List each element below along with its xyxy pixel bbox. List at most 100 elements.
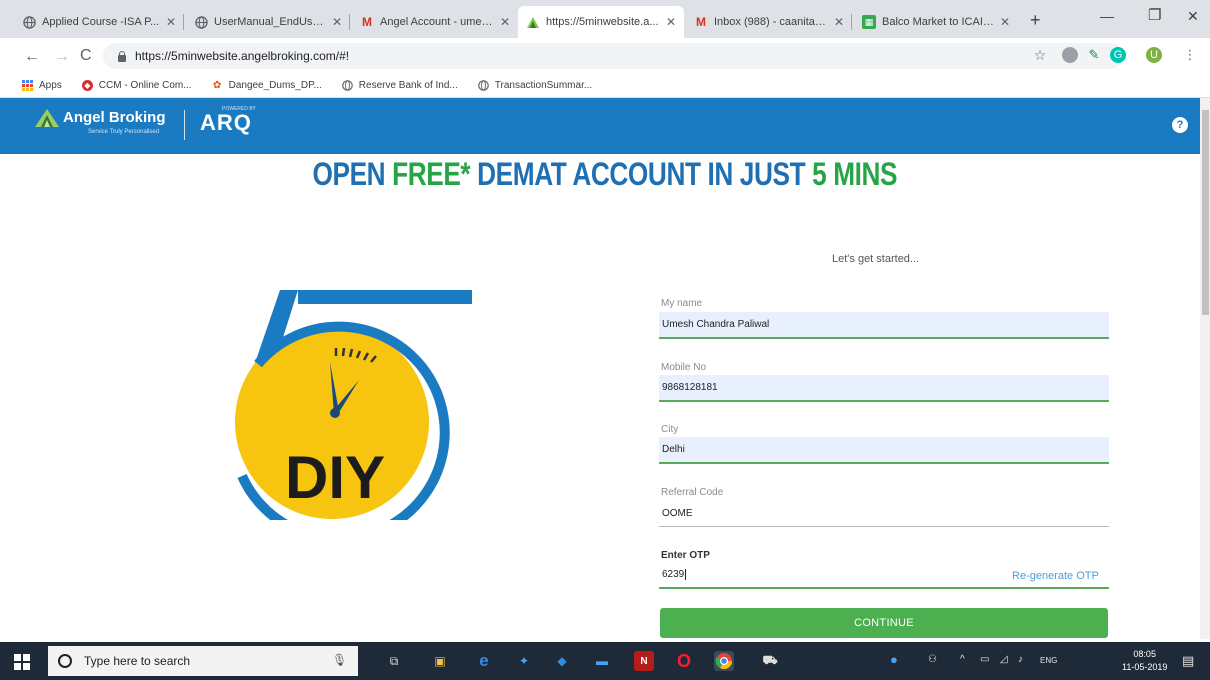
globe-icon <box>22 15 36 29</box>
dangee-icon: ✿ <box>212 80 222 91</box>
mobile-field[interactable]: 9868128181 <box>659 375 1109 402</box>
tab-balco-market[interactable]: ▦ Balco Market to ICAI I... ✕ <box>854 6 1018 38</box>
grammarly-icon[interactable]: G <box>1110 47 1126 63</box>
bookmark-label: Reserve Bank of Ind... <box>358 80 458 91</box>
address-bar[interactable]: https://5minwebsite.angelbroking.com/#! <box>103 43 1123 69</box>
microphone-icon[interactable]: 🎙 <box>332 653 347 667</box>
close-icon[interactable]: ✕ <box>1000 15 1010 29</box>
people-tray-icon[interactable]: ⚇ <box>928 654 937 665</box>
clock-time: 08:05 <box>1133 649 1156 659</box>
tab-user-manual[interactable]: UserManual_EndUser... ✕ <box>186 6 350 38</box>
cortana-icon <box>58 654 72 668</box>
restore-icon[interactable]: ❐ <box>1148 6 1161 24</box>
sheet-icon: ▦ <box>862 15 876 29</box>
browser-toolbar: ← → C https://5minwebsite.angelbroking.c… <box>0 38 1210 74</box>
gmail-icon: M <box>362 15 372 29</box>
angel-icon <box>526 15 540 29</box>
clock-date: 11-05-2019 <box>1122 662 1168 672</box>
scrollbar-thumb[interactable] <box>1202 110 1209 315</box>
tab-title: Balco Market to ICAI I... <box>882 16 994 28</box>
regenerate-otp-link[interactable]: Re-generate OTP <box>1012 570 1099 582</box>
star-icon[interactable]: ☆ <box>1032 47 1048 63</box>
gmail-icon: M <box>696 15 706 29</box>
app-icon[interactable]: ◆ <box>552 651 572 671</box>
angel-logo-icon[interactable] <box>34 108 60 133</box>
tab-applied-course[interactable]: Applied Course -ISA P... ✕ <box>14 6 184 38</box>
url-text: https://5minwebsite.angelbroking.com/#! <box>135 49 350 63</box>
file-explorer-icon[interactable]: ▬ <box>592 651 612 671</box>
brand-divider <box>184 110 190 140</box>
show-hidden-icons[interactable]: ^ <box>960 654 965 665</box>
taskbar-clock[interactable]: 08:05 11-05-2019 <box>1122 648 1167 674</box>
globe-icon <box>341 80 353 91</box>
extension-icon[interactable] <box>1062 47 1078 63</box>
store-icon[interactable]: ▣ <box>430 651 450 671</box>
close-icon[interactable]: ✕ <box>332 15 342 29</box>
tab-title: Angel Account - umes... <box>380 16 494 28</box>
name-value: Umesh Chandra Paliwal <box>662 319 770 330</box>
tab-divider <box>349 14 350 30</box>
mobile-value: 9868128181 <box>662 382 718 393</box>
volume-icon[interactable]: ♪ <box>1018 654 1023 665</box>
network-icon[interactable]: ◿ <box>1000 654 1008 665</box>
city-field[interactable]: Delhi <box>659 437 1109 464</box>
headline-5mins: 5 MINS <box>812 156 898 192</box>
bookmark-label: CCM - Online Com... <box>98 80 192 91</box>
bookmark-label: Dangee_Dums_DP... <box>228 80 322 91</box>
bookmark-transaction[interactable]: TransactionSummar... <box>477 80 592 91</box>
ccm-icon: ◆ <box>81 80 93 91</box>
pen-extension-icon[interactable]: ✎ <box>1086 47 1102 63</box>
help-icon[interactable]: ? <box>1172 117 1188 133</box>
language-indicator[interactable]: ENG <box>1040 656 1057 665</box>
new-tab-button[interactable]: + <box>1030 10 1041 31</box>
battery-icon[interactable]: ▭ <box>980 654 989 665</box>
forward-icon[interactable]: → <box>54 48 70 66</box>
globe-icon <box>194 15 208 29</box>
tab-5minwebsite[interactable]: https://5minwebsite.a... ✕ <box>518 6 684 38</box>
tab-title: Applied Course -ISA P... <box>42 16 160 28</box>
mobile-label: Mobile No <box>661 362 707 373</box>
windows-start-icon[interactable] <box>14 654 30 670</box>
tab-title: UserManual_EndUser... <box>214 16 326 28</box>
close-icon[interactable]: ✕ <box>500 15 510 29</box>
name-label: My name <box>661 298 703 309</box>
close-icon[interactable]: ✕ <box>834 15 844 29</box>
text-cursor <box>685 569 687 580</box>
back-icon[interactable]: ← <box>24 48 40 66</box>
lock-icon <box>117 50 127 62</box>
close-icon[interactable]: ✕ <box>666 15 676 29</box>
brand-name: Angel Broking <box>63 109 166 126</box>
city-value: Delhi <box>662 444 685 455</box>
bookmark-ccm[interactable]: ◆ CCM - Online Com... <box>81 80 192 91</box>
bookmark-rbi[interactable]: Reserve Bank of Ind... <box>341 80 458 91</box>
tab-angel-account[interactable]: M Angel Account - umes... ✕ <box>352 6 518 38</box>
profile-avatar[interactable]: U <box>1146 47 1162 63</box>
apps-icon <box>22 80 33 91</box>
bookmark-apps[interactable]: Apps <box>22 80 62 91</box>
arq-logo: ARQ <box>200 110 252 135</box>
reload-icon[interactable]: C <box>80 47 92 65</box>
search-placeholder: Type here to search <box>84 654 191 668</box>
dropbox-icon[interactable]: ✦ <box>514 651 534 671</box>
bookmarks-bar: Apps ◆ CCM - Online Com... ✿ Dangee_Dums… <box>0 74 1210 98</box>
chrome-icon[interactable] <box>714 651 734 671</box>
people-app-icon[interactable]: ⛟ <box>760 651 780 671</box>
notification-icon[interactable]: ▤ <box>1182 653 1194 669</box>
close-window-icon[interactable]: ✕ <box>1187 8 1199 25</box>
headline-free: FREE* <box>392 156 471 192</box>
referral-field[interactable]: OOME <box>659 500 1109 527</box>
menu-icon[interactable]: ⋮ <box>1182 47 1198 63</box>
bookmark-dangee[interactable]: ✿ Dangee_Dums_DP... <box>212 80 322 91</box>
opera-icon[interactable]: O <box>674 651 694 671</box>
task-view-icon[interactable]: ⧉ <box>384 651 404 671</box>
tab-title: https://5minwebsite.a... <box>546 16 659 28</box>
close-icon[interactable]: ✕ <box>166 15 176 29</box>
netflix-icon[interactable]: N <box>634 651 654 671</box>
minimize-icon[interactable]: — <box>1100 8 1114 24</box>
edge-icon[interactable]: e <box>474 651 494 671</box>
tab-inbox[interactable]: M Inbox (988) - caanita.7... ✕ <box>686 6 852 38</box>
name-field[interactable]: Umesh Chandra Paliwal <box>659 312 1109 339</box>
taskbar-search-input[interactable]: Type here to search <box>48 646 358 676</box>
help-tray-icon[interactable]: ● <box>890 652 898 667</box>
continue-button[interactable]: CONTINUE <box>660 608 1108 638</box>
